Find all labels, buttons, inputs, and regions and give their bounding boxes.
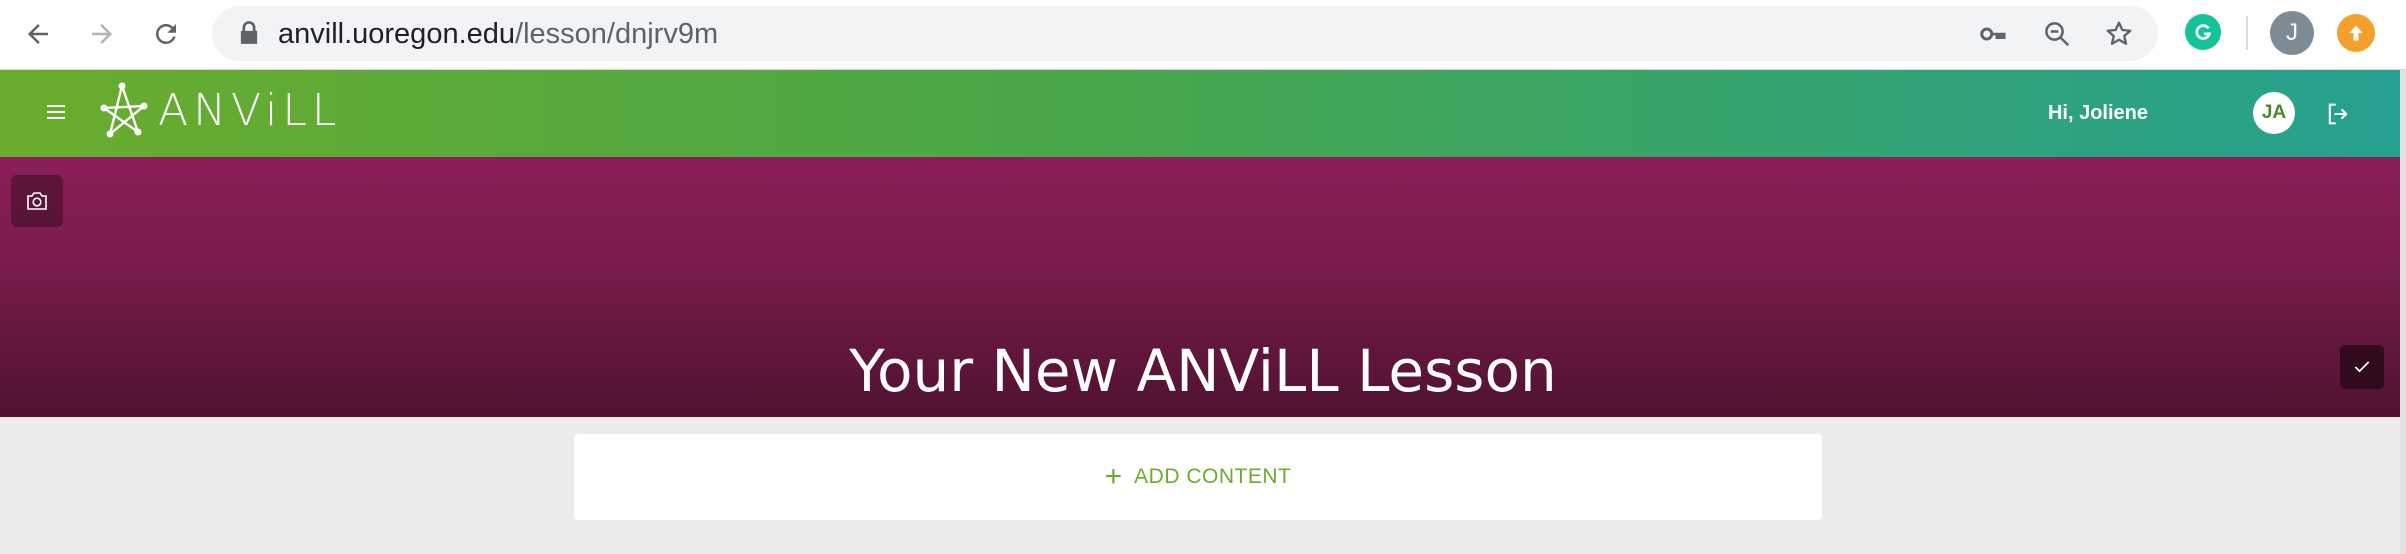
address-bar[interactable]: anvill.uoregon.edu/lesson/dnjrv9m — [212, 6, 2158, 61]
lock-icon — [240, 21, 258, 44]
forward-arrow-icon — [92, 24, 112, 44]
confirm-title-button[interactable] — [2340, 345, 2384, 389]
app-header: ANViLL Hi, Joliene JA — [0, 70, 2406, 157]
key-icon[interactable] — [1976, 17, 2010, 51]
grammarly-icon[interactable] — [2185, 14, 2221, 50]
back-arrow-icon — [28, 24, 48, 44]
user-avatar[interactable]: JA — [2253, 92, 2295, 134]
profile-avatar[interactable]: J — [2270, 11, 2314, 55]
plus-icon: + — [1104, 460, 1123, 493]
zoom-out-icon[interactable] — [2040, 17, 2074, 51]
toolbar-divider — [2246, 16, 2248, 50]
logo-text: ANViLL — [158, 84, 342, 136]
lesson-title[interactable]: Your New ANViLL Lesson — [0, 337, 2406, 405]
lesson-banner: Your New ANViLL Lesson — [0, 157, 2406, 417]
url-text: anvill.uoregon.edu/lesson/dnjrv9m — [278, 18, 718, 51]
url-path: /lesson/dnjrv9m — [515, 18, 719, 50]
add-content-button[interactable]: + ADD CONTENT — [574, 434, 1822, 520]
logout-icon[interactable] — [2324, 100, 2352, 128]
update-icon[interactable] — [2337, 14, 2375, 52]
checkmark-icon — [2354, 361, 2370, 373]
forward-button[interactable] — [80, 12, 124, 56]
add-content-label: ADD CONTENT — [1134, 465, 1292, 488]
back-button[interactable] — [16, 12, 60, 56]
anvill-logo[interactable]: ANViLL — [100, 82, 341, 138]
change-cover-button[interactable] — [11, 175, 63, 227]
hamburger-menu-icon[interactable] — [44, 100, 68, 124]
reload-button[interactable] — [144, 12, 188, 56]
camera-icon — [27, 192, 47, 210]
reload-icon — [155, 23, 176, 44]
url-host: anvill.uoregon.edu — [278, 18, 516, 50]
browser-toolbar: anvill.uoregon.edu/lesson/dnjrv9m J — [0, 0, 2406, 70]
anvill-star-logo-icon — [100, 82, 148, 138]
bookmark-star-icon[interactable] — [2102, 17, 2136, 51]
scrollbar[interactable] — [2400, 70, 2406, 554]
user-greeting: Hi, Joliene — [2047, 102, 2148, 124]
